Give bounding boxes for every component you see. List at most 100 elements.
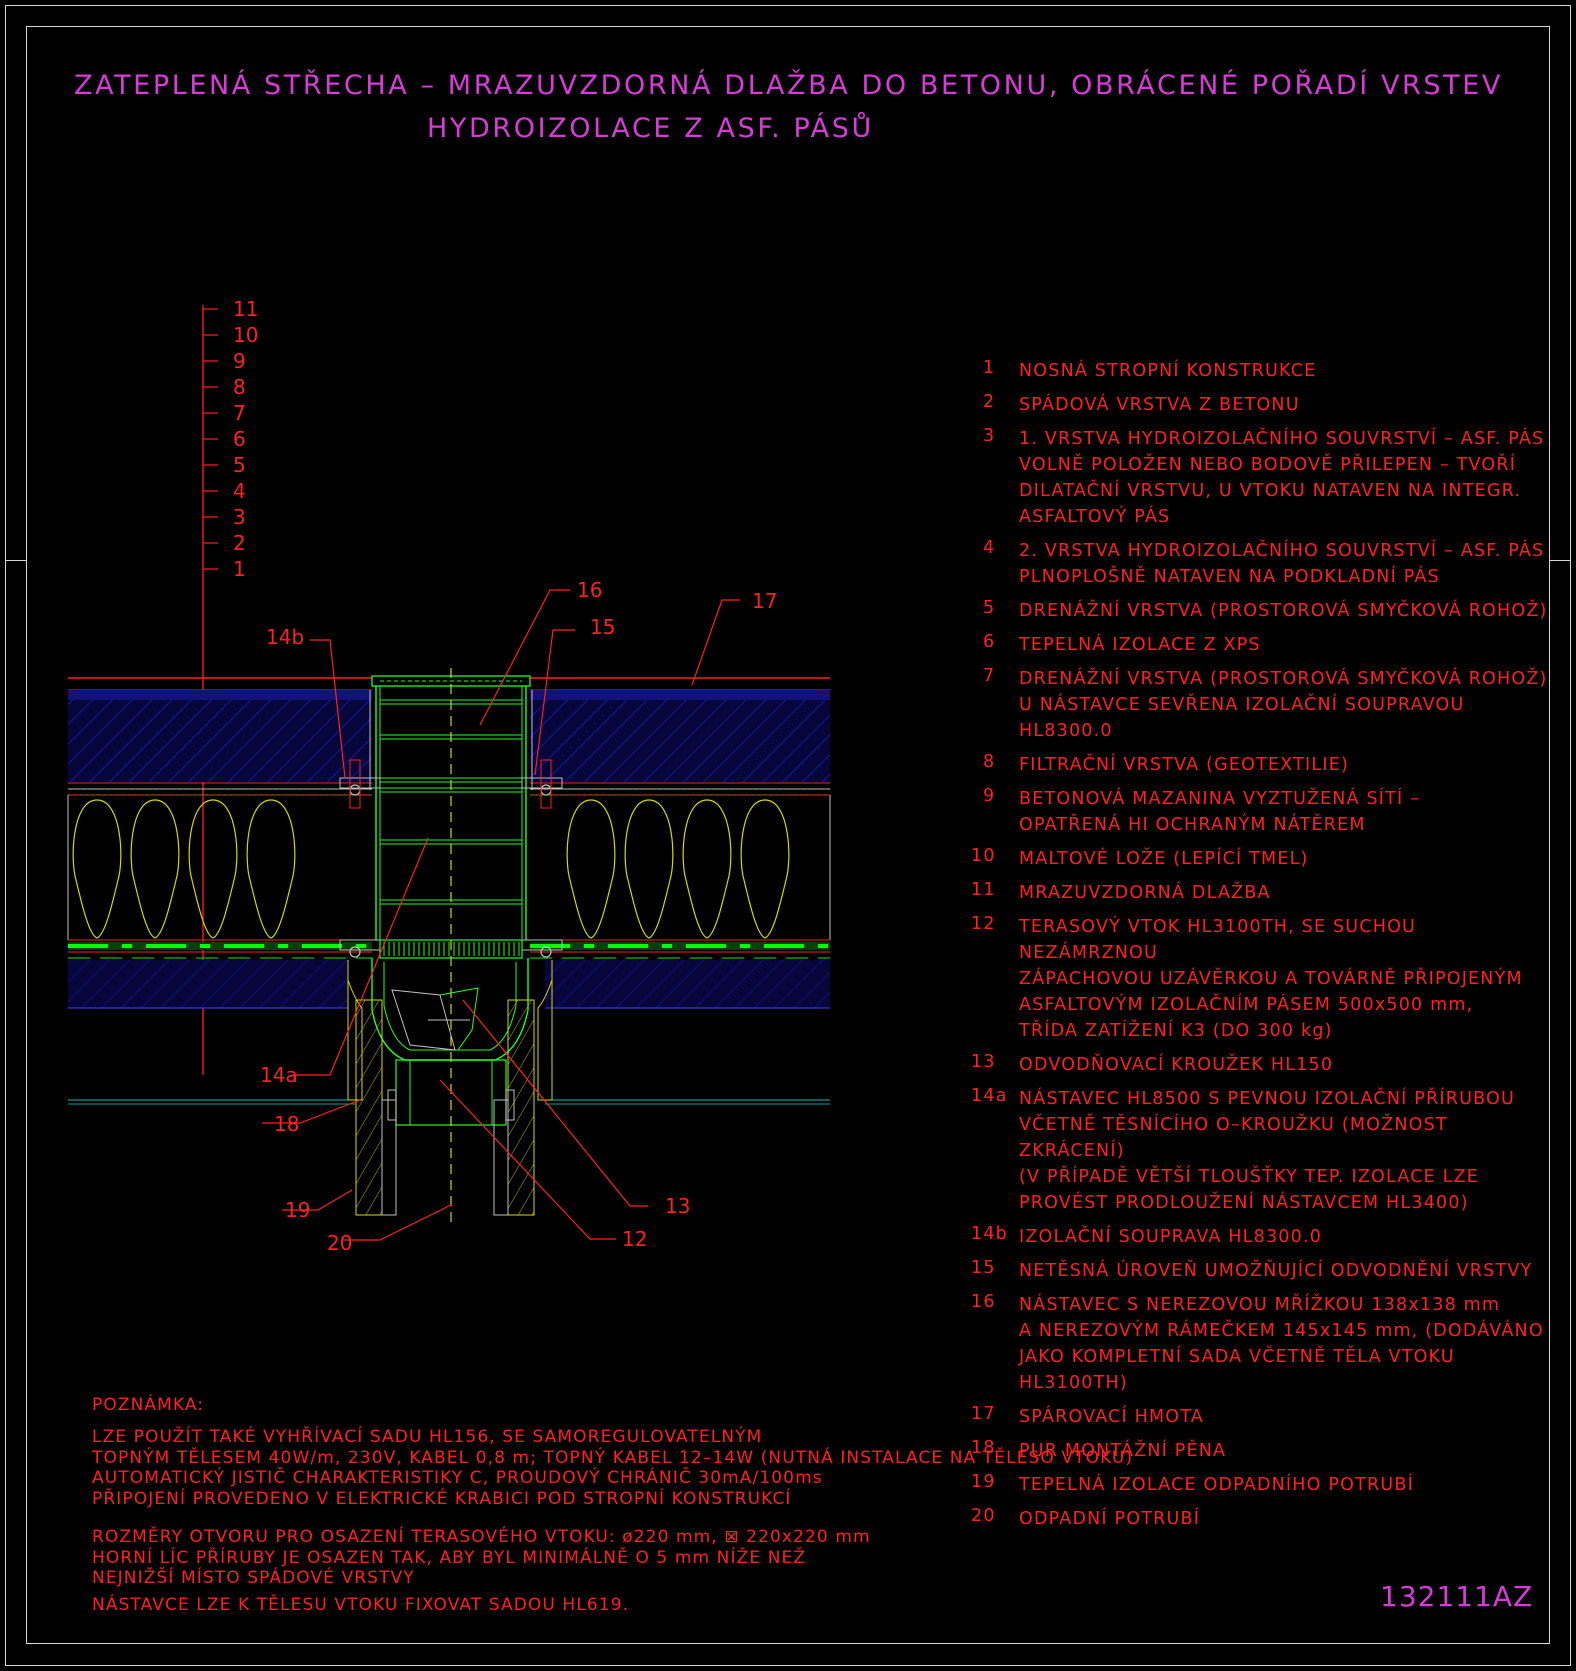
legend-text-line: DRENÁŽNÍ VRSTVA (PROSTOROVÁ SMYČKOVÁ ROH… [1019,669,1548,689]
legend-item: 11 MRAZUVZDORNÁ DLAŽBA [965,880,1555,906]
legend-number: 11 [971,880,996,900]
legend-text-line: PLNOPLOŠNĚ NATAVEN NA PODKLADNÍ PÁS [1019,567,1440,587]
xps-loop [566,799,616,939]
legend-item: 14b IZOLAČNÍ SOUPRAVA HL8300.0 [965,1224,1555,1250]
xps-loop [72,799,122,939]
note-line: AUTOMATICKÝ JISTIČ CHARAKTERISTIKY C, PR… [92,1468,823,1488]
legend-text-line: ODVODŇOVACÍ KROUŽEK HL150 [1019,1055,1334,1075]
xps-loop [624,799,674,939]
callout-20: 20 [327,1231,352,1255]
legend-number: 4 [983,538,996,558]
callout-14a: 14a [260,1063,298,1087]
legend-item: 16 NÁSTAVEC S NEREZOVOU MŘÍŽKOU 138x138 m… [965,1292,1555,1396]
legend-text-line: NOSNÁ STROPNÍ KONSTRUKCE [1019,361,1317,381]
legend-item: 9 BETONOVÁ MAZANINA VYZTUŽENÁ SÍTÍ – OPATŘ… [965,786,1555,838]
legend-text: 1. VRSTVA HYDROIZOLAČNÍHO SOUVRSTVÍ – AS… [1019,426,1555,530]
legend-text: DRENÁŽNÍ VRSTVA (PROSTOROVÁ SMYČKOVÁ ROH… [1019,598,1555,624]
callout-15: 15 [590,615,615,639]
legend-text-line: ASFALTOVÝ PÁS [1019,507,1171,527]
scale-label: 3 [233,505,246,529]
legend-text-line: NÁSTAVEC S NEREZOVOU MŘÍŽKOU 138x138 mm [1019,1295,1501,1315]
legend-item: 15 NETĚSNÁ ÚROVEŇ UMOŽŇUJÍCÍ ODVODNĚNÍ VR… [965,1258,1555,1284]
legend-item: 3 1. VRSTVA HYDROIZOLAČNÍHO SOUVRSTVÍ – A… [965,426,1555,530]
legend-text-line: A NEREZOVÝM RÁMEČKEM 145x145 mm, (DODÁVÁ… [1019,1321,1544,1341]
scale-label: 2 [233,531,246,555]
legend-text-line: OPATŘENÁ HI OCHRANÝM NÁTĚREM [1019,815,1366,835]
legend-item: 10 MALTOVÉ LOŽE (LEPÍCÍ TMEL) [965,846,1555,872]
legend-number: 12 [971,914,996,934]
legend-item: 8 FILTRAČNÍ VRSTVA (GEOTEXTILIE) [965,752,1555,778]
callout-19: 19 [285,1198,310,1222]
legend-text: FILTRAČNÍ VRSTVA (GEOTEXTILIE) [1019,752,1555,778]
note-line: NEJNIŽŠÍ MÍSTO SPÁDOVÉ VRSTVY [92,1568,415,1588]
legend-text: SPÁDOVÁ VRSTVA Z BETONU [1019,392,1555,418]
leader-lines [262,589,740,1241]
scale-label: 6 [233,427,246,451]
note-line: TOPNÝM TĚLESEM 40W/m, 230V, KABEL 0,8 m;… [92,1447,1134,1468]
xps-loop [740,799,790,939]
legend-text: BETONOVÁ MAZANINA VYZTUŽENÁ SÍTÍ – OPATŘE… [1019,786,1555,838]
note-line: HORNÍ LÍC PŘÍRUBY JE OSAZEN TAK, ABY BYL… [92,1547,807,1568]
callout-14b: 14b [266,625,304,649]
legend-item: 20 ODPADNÍ POTRUBÍ [965,1506,1555,1532]
legend-text-line: U NÁSTAVCE SEVŘENA IZOLAČNÍ SOUPRAVOU HL… [1019,695,1465,741]
legend-item: 5 DRENÁŽNÍ VRSTVA (PROSTOROVÁ SMYČKOVÁ RO… [965,598,1555,624]
legend-text-line: ASFALTOVÝM IZOLAČNÍM PÁSEM 500x500 mm, [1019,995,1474,1015]
note-line: LZE POUŽÍT TAKÉ VYHŘÍVACÍ SADU HL156, SE… [92,1427,763,1447]
xps-loop [246,799,296,939]
scale-label: 5 [233,453,246,477]
note-paragraph-1: LZE POUŽÍT TAKÉ VYHŘÍVACÍ SADU HL156, SE… [92,1427,1133,1509]
legend-text-line: SPÁDOVÁ VRSTVA Z BETONU [1019,395,1300,415]
legend-text: ODVODŇOVACÍ KROUŽEK HL150 [1019,1052,1555,1078]
legend-text: TERASOVÝ VTOK HL3100TH, SE SUCHOU NEZÁMR… [1019,914,1555,1044]
legend-text: MRAZUVZDORNÁ DLAŽBA [1019,880,1555,906]
legend-number: 7 [983,666,996,686]
legend-text-line: JAKO KOMPLETNÍ SADA VČETNĚ TĚLA VTOKU HL… [1019,1347,1455,1393]
legend-text: NETĚSNÁ ÚROVEŇ UMOŽŇUJÍCÍ ODVODNĚNÍ VRST… [1019,1258,1555,1284]
legend-number: 6 [983,632,996,652]
scale-label: 10 [233,323,258,347]
legend-text-line: NÁSTAVEC HL8500 S PEVNOU IZOLAČNÍ PŘÍRUB… [1019,1089,1515,1109]
legend-item: 12 TERASOVÝ VTOK HL3100TH, SE SUCHOU NEZÁ… [965,914,1555,1044]
note-paragraph-2: ROZMĚRY OTVORU PRO OSAZENÍ TERASOVÉHO VT… [92,1527,871,1589]
legend-number: 2 [983,392,996,412]
xps-insulation-loops [72,799,790,939]
legend-number: 20 [971,1506,996,1526]
note-line: PŘIPOJENÍ PROVEDENO V ELEKTRICKÉ KRABICI… [92,1488,792,1509]
legend-number: 15 [971,1258,996,1278]
legend-text: NOSNÁ STROPNÍ KONSTRUKCE [1019,358,1555,384]
legend-text-line: TŘÍDA ZATÍŽENÍ K3 (DO 300 kg) [1019,1021,1333,1041]
legend-number: 14a [971,1086,1008,1106]
legend-text: DRENÁŽNÍ VRSTVA (PROSTOROVÁ SMYČKOVÁ ROH… [1019,666,1555,744]
legend-number: 14b [971,1224,1008,1244]
legend-number: 9 [983,786,996,806]
callout-17: 17 [752,589,777,613]
note-paragraph-3: NÁSTAVCE LZE K TĚLESU VTOKU FIXOVAT SADO… [92,1595,630,1615]
legend-number: 13 [971,1052,996,1072]
scale-label: 7 [233,401,246,425]
scale-label: 1 [233,557,246,581]
scale-label: 11 [233,297,258,321]
scale-label: 8 [233,375,246,399]
legend-text-line: DILATAČNÍ VRSTVU, U VTOKU NATAVEN NA INT… [1019,481,1522,501]
legend: 1 NOSNÁ STROPNÍ KONSTRUKCE 2 SPÁDOVÁ VRSTVA… [965,358,1555,1540]
callout-16: 16 [577,578,602,602]
legend-text-line: DRENÁŽNÍ VRSTVA (PROSTOROVÁ SMYČKOVÁ ROH… [1019,601,1548,621]
legend-text-line: FILTRAČNÍ VRSTVA (GEOTEXTILIE) [1019,755,1350,775]
legend-text-line: (V PŘÍPADĚ VĚTŠÍ TLOUŠŤKY TEP. IZOLACE L… [1019,1167,1480,1187]
legend-text-line: IZOLAČNÍ SOUPRAVA HL8300.0 [1019,1227,1323,1247]
note-line: ROZMĚRY OTVORU PRO OSAZENÍ TERASOVÉHO VT… [92,1527,871,1547]
legend-item: 2 SPÁDOVÁ VRSTVA Z BETONU [965,392,1555,418]
legend-text-line: NETĚSNÁ ÚROVEŇ UMOŽŇUJÍCÍ ODVODNĚNÍ VRST… [1019,1261,1533,1281]
xps-loop [188,799,238,939]
legend-item: 6 TEPELNÁ IZOLACE Z XPS [965,632,1555,658]
legend-text-line: MALTOVÉ LOŽE (LEPÍCÍ TMEL) [1019,849,1309,869]
legend-number: 8 [983,752,996,772]
legend-text-line: ODPADNÍ POTRUBÍ [1019,1509,1201,1529]
legend-text-line: VOLNĚ POLOŽEN NEBO BODOVĚ PŘILEPEN – TVO… [1019,455,1517,475]
xps-loop [682,799,732,939]
legend-text-line: 2. VRSTVA HYDROIZOLAČNÍHO SOUVRSTVÍ – AS… [1019,541,1545,561]
legend-number: 5 [983,598,996,618]
legend-text: NÁSTAVEC S NEREZOVOU MŘÍŽKOU 138x138 mm A… [1019,1292,1555,1396]
scale-label: 9 [233,349,246,373]
